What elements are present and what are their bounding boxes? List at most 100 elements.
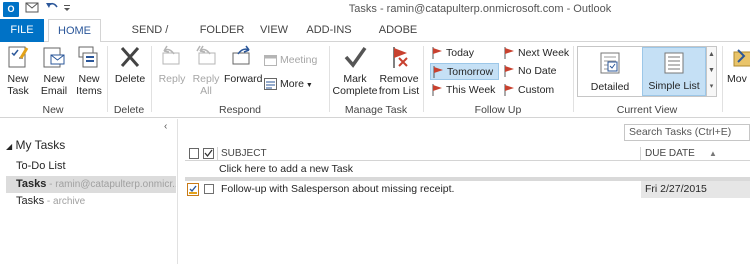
task-complete-checkbox[interactable] — [204, 184, 214, 194]
column-divider — [640, 147, 641, 160]
expand-triangle-icon: ◢ — [6, 142, 13, 151]
mark-complete-button[interactable]: Mark Complete — [332, 44, 378, 97]
new-task-button[interactable]: New Task — [2, 44, 34, 97]
group-label-new: New — [42, 104, 64, 116]
folder-pane: ‹ ◢ My Tasks To-Do List Tasks - ramin@ca… — [0, 119, 178, 264]
col-subject[interactable]: SUBJECT — [221, 146, 267, 161]
move-label: Mov — [727, 73, 747, 85]
tomorrow-label: Tomorrow — [447, 66, 494, 78]
remove-from-list-label: Remove from List — [378, 73, 420, 97]
table-row[interactable]: Follow-up with Salesperson about missing… — [185, 181, 750, 198]
collapse-pane-icon[interactable]: ‹ — [164, 121, 167, 132]
nav-item-label: Tasks — [16, 178, 47, 190]
follow-up-next-week-button[interactable]: Next Week — [504, 45, 569, 62]
nav-item-tasks[interactable]: Tasks - ramin@catapulterp.onmicr... — [6, 176, 176, 193]
new-items-button[interactable]: New Items — [72, 44, 106, 97]
tab-send-receive[interactable]: SEND / RECEIVE — [111, 19, 189, 59]
group-respond: Reply Reply All Forward Meeting More ▼ R… — [152, 42, 328, 118]
tab-add-ins[interactable]: ADD-INS — [302, 19, 356, 42]
tab-view[interactable]: VIEW — [258, 19, 290, 42]
new-items-label: New Items — [76, 73, 102, 97]
delete-x-icon — [120, 47, 140, 67]
follow-up-tomorrow-button[interactable]: Tomorrow — [430, 63, 499, 80]
group-current-view: Current View — [574, 42, 720, 118]
follow-up-today-button[interactable]: Today — [430, 45, 500, 62]
flag-icon — [433, 66, 443, 78]
flag-icon — [432, 47, 442, 59]
title-bar: O Tasks - ramin@catapulterp.onmicrosoft.… — [0, 0, 750, 19]
tab-home[interactable]: HOME — [48, 19, 101, 43]
column-header-row: SUBJECT DUE DATE ▲ — [185, 146, 750, 161]
group-manage-task: Mark Complete Remove from List Manage Ta… — [330, 42, 422, 118]
column-divider — [217, 147, 218, 160]
move-button[interactable]: Mov — [727, 44, 750, 85]
task-icon — [187, 183, 199, 202]
mark-complete-label: Mark Complete — [332, 73, 378, 97]
new-task-label: New Task — [7, 73, 29, 97]
group-label-manage-task: Manage Task — [344, 104, 408, 116]
follow-up-no-date-button[interactable]: No Date — [504, 63, 557, 80]
delete-button[interactable]: Delete — [112, 44, 148, 85]
this-week-label: This Week — [446, 84, 496, 96]
group-label-respond: Respond — [218, 104, 262, 116]
group-delete: Delete Delete — [108, 42, 150, 118]
move-folder-icon — [733, 49, 750, 67]
nav-item-label: To-Do List — [16, 160, 66, 172]
page-icon — [189, 148, 199, 159]
meeting-label: Meeting — [280, 54, 318, 66]
flag-icon — [504, 84, 514, 96]
no-date-label: No Date — [518, 65, 557, 77]
flag-icon — [504, 47, 514, 59]
col-due-date[interactable]: DUE DATE — [645, 146, 695, 161]
more-label: More — [280, 78, 304, 90]
group-new: New Task New Email New Items New — [0, 42, 106, 118]
my-tasks-label: My Tasks — [15, 138, 66, 152]
new-email-icon — [43, 47, 65, 68]
flag-icon — [432, 84, 442, 96]
forward-label: Forward — [224, 73, 263, 85]
search-tasks-input[interactable]: Search Tasks (Ctrl+E) — [624, 124, 750, 141]
add-new-task-row[interactable]: Click here to add a new Task — [185, 162, 750, 177]
group-divider — [722, 46, 723, 112]
custom-label: Custom — [518, 84, 555, 96]
nav-item-label: Tasks — [16, 195, 45, 207]
col-complete[interactable] — [203, 148, 214, 163]
remove-from-list-button[interactable]: Remove from List — [378, 44, 420, 97]
tab-file[interactable]: FILE — [0, 19, 44, 42]
meeting-icon — [264, 55, 277, 66]
new-items-icon — [78, 46, 98, 68]
reply-button[interactable]: Reply — [156, 44, 188, 85]
nav-item-account: - ramin@catapulterp.onmicr... — [46, 179, 176, 190]
ribbon-tabs: FILE HOME SEND / RECEIVE FOLDER VIEW ADD… — [0, 19, 750, 59]
follow-up-custom-button[interactable]: Custom — [504, 82, 554, 99]
reply-label: Reply — [158, 73, 186, 85]
more-dropdown-icon: ▼ — [303, 82, 313, 89]
ribbon: New Task New Email New Items New Delete … — [0, 42, 750, 118]
flag-icon — [504, 65, 514, 77]
task-due-date: Fri 2/27/2015 — [641, 181, 750, 198]
col-icon-task[interactable] — [189, 148, 199, 163]
reply-icon — [162, 45, 180, 65]
reply-all-button[interactable]: Reply All — [190, 44, 222, 97]
task-subject: Follow-up with Salesperson about missing… — [221, 183, 455, 195]
sort-ascending-icon[interactable]: ▲ — [709, 146, 717, 161]
follow-up-this-week-button[interactable]: This Week — [430, 82, 500, 99]
nav-item-todo-list[interactable]: To-Do List — [6, 158, 176, 175]
new-email-label: New Email — [40, 73, 68, 97]
reply-all-icon — [196, 45, 216, 65]
today-label: Today — [446, 47, 475, 59]
my-tasks-header[interactable]: ◢ My Tasks — [6, 138, 65, 152]
new-email-button[interactable]: New Email — [38, 44, 70, 97]
group-follow-up: Today Tomorrow This Week Next Week No Da… — [424, 42, 572, 118]
nav-item-tasks-archive[interactable]: Tasks - archive — [6, 193, 176, 210]
more-button[interactable]: More ▼ — [264, 76, 313, 93]
group-label-delete: Delete — [113, 104, 145, 116]
meeting-button[interactable]: Meeting — [264, 52, 317, 69]
group-label-follow-up: Follow Up — [474, 104, 522, 116]
tab-adobe-pdf[interactable]: ADOBE PDF — [367, 19, 429, 59]
delete-label: Delete — [114, 73, 146, 85]
forward-button[interactable]: Forward — [224, 44, 263, 85]
checkbox-checked-icon — [203, 148, 214, 159]
tab-folder[interactable]: FOLDER — [198, 19, 246, 42]
task-list-pane: Search Tasks (Ctrl+E) SUBJECT DUE DATE ▲… — [179, 119, 750, 264]
